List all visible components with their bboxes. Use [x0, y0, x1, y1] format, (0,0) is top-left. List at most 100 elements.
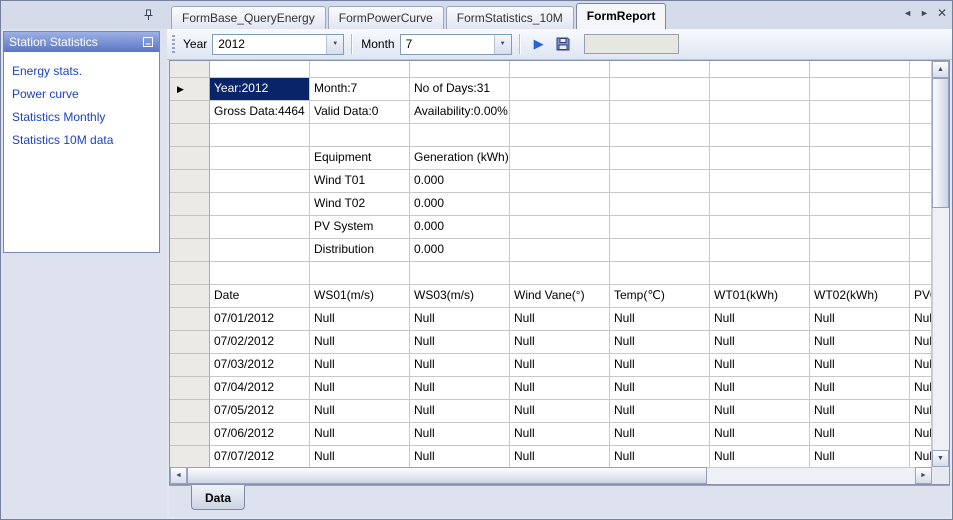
grid-column-header[interactable]	[910, 61, 932, 78]
grid-cell[interactable]: Null	[910, 423, 932, 446]
grid-cell[interactable]: Wind T02	[310, 193, 410, 216]
chevron-down-icon[interactable]: ▼	[494, 35, 511, 54]
grid-cell[interactable]: Equipment	[310, 147, 410, 170]
collapse-icon[interactable]	[142, 36, 154, 48]
grid-cell[interactable]	[710, 78, 810, 101]
grid-cell[interactable]: Null	[310, 423, 410, 446]
row-header[interactable]	[170, 170, 210, 193]
grid-cell[interactable]: Null	[710, 446, 810, 467]
grid-cell[interactable]: Availability:0.00%	[410, 101, 510, 124]
row-header[interactable]	[170, 101, 210, 124]
grid-cell[interactable]	[510, 170, 610, 193]
grid-cell[interactable]	[210, 239, 310, 262]
row-header[interactable]	[170, 285, 210, 308]
link-statistics-monthly[interactable]: Statistics Monthly	[12, 111, 151, 124]
grid-cell[interactable]: Null	[710, 331, 810, 354]
grid-cell[interactable]: 07/02/2012	[210, 331, 310, 354]
grid-cell[interactable]	[510, 101, 610, 124]
tab-formreport[interactable]: FormReport	[576, 3, 667, 29]
grid-cell[interactable]: Null	[710, 308, 810, 331]
scroll-right-icon[interactable]: ►	[915, 467, 932, 484]
grid-cell[interactable]: PV System	[310, 216, 410, 239]
grid-cell[interactable]	[910, 78, 932, 101]
grid-cell[interactable]	[910, 262, 932, 285]
grid-cell[interactable]	[510, 78, 610, 101]
tab-formstatistics-10m[interactable]: FormStatistics_10M	[446, 6, 574, 29]
grid-cell[interactable]: Null	[610, 423, 710, 446]
row-header[interactable]	[170, 216, 210, 239]
grid-cell[interactable]: Null	[810, 331, 910, 354]
grid-cell[interactable]	[310, 262, 410, 285]
grid-cell[interactable]: 07/05/2012	[210, 400, 310, 423]
grid-cell[interactable]	[810, 193, 910, 216]
grid-cell[interactable]: 07/07/2012	[210, 446, 310, 467]
grid-cell[interactable]	[810, 147, 910, 170]
grid-cell[interactable]: Null	[310, 354, 410, 377]
grid-cell[interactable]: Null	[510, 308, 610, 331]
grid-cell[interactable]	[810, 101, 910, 124]
vertical-scrollbar[interactable]: ▲ ▼	[932, 61, 949, 467]
grid-column-header[interactable]	[210, 61, 310, 78]
grid-cell[interactable]: Null	[710, 400, 810, 423]
run-query-button[interactable]: ▶	[527, 33, 551, 55]
grid-column-header[interactable]	[610, 61, 710, 78]
grid-cell[interactable]	[610, 78, 710, 101]
grid-cell[interactable]: Null	[810, 446, 910, 467]
grid-cell[interactable]	[810, 78, 910, 101]
grid-cell[interactable]: WT02(kWh)	[810, 285, 910, 308]
grid-cell[interactable]	[510, 239, 610, 262]
horizontal-scrollbar[interactable]: ◄ ►	[170, 467, 932, 484]
grid-cell[interactable]: Null	[810, 423, 910, 446]
grid-cell[interactable]: Date	[210, 285, 310, 308]
grid-cell[interactable]	[610, 101, 710, 124]
tab-formpowercurve[interactable]: FormPowerCurve	[328, 6, 444, 29]
grid-cell[interactable]: Null	[710, 354, 810, 377]
grid-cell[interactable]: Null	[510, 331, 610, 354]
grid-cell[interactable]	[910, 170, 932, 193]
grid-cell[interactable]	[810, 239, 910, 262]
row-header[interactable]	[170, 124, 210, 147]
row-header[interactable]	[170, 239, 210, 262]
grid-cell[interactable]: Null	[410, 446, 510, 467]
grid-column-header[interactable]	[310, 61, 410, 78]
grid-cell[interactable]: Null	[810, 354, 910, 377]
grid-cell[interactable]: 07/04/2012	[210, 377, 310, 400]
grid-cell[interactable]: PV0	[910, 285, 932, 308]
grid-column-header[interactable]	[410, 61, 510, 78]
grid-cell[interactable]	[310, 124, 410, 147]
grid-cell[interactable]: 07/01/2012	[210, 308, 310, 331]
grid-cell[interactable]	[210, 216, 310, 239]
grid-cell[interactable]	[710, 170, 810, 193]
grid-cell[interactable]: Null	[610, 377, 710, 400]
grid-cell[interactable]	[710, 124, 810, 147]
grid-cell[interactable]: Generation (kWh)	[410, 147, 510, 170]
grid-cell[interactable]	[210, 170, 310, 193]
grid-cell[interactable]: Null	[610, 331, 710, 354]
grid-cell[interactable]: Valid Data:0	[310, 101, 410, 124]
grid-cell[interactable]: Null	[610, 308, 710, 331]
grid-cell[interactable]: Null	[710, 423, 810, 446]
grid-cell[interactable]	[910, 216, 932, 239]
toolbar-textbox[interactable]	[584, 34, 679, 54]
auto-hide-pin-button[interactable]	[139, 6, 156, 23]
grid-cell[interactable]: Wind T01	[310, 170, 410, 193]
grid-cell[interactable]	[810, 262, 910, 285]
grid-cell[interactable]	[910, 193, 932, 216]
grid-cell[interactable]: Null	[810, 400, 910, 423]
grid-cell[interactable]: 0.000	[410, 193, 510, 216]
grid-cell[interactable]	[210, 193, 310, 216]
grid-cell[interactable]	[710, 239, 810, 262]
grid-cell[interactable]: 07/06/2012	[210, 423, 310, 446]
grid-cell[interactable]: WT01(kWh)	[710, 285, 810, 308]
grid-cell[interactable]	[710, 216, 810, 239]
close-tab-icon[interactable]: ✕	[937, 8, 947, 18]
grid-cell[interactable]	[510, 147, 610, 170]
grid-cell[interactable]: Null	[410, 331, 510, 354]
grid-column-header[interactable]	[710, 61, 810, 78]
grid-cell[interactable]: Temp(℃)	[610, 285, 710, 308]
grid-column-header[interactable]	[810, 61, 910, 78]
grid-cell[interactable]	[610, 216, 710, 239]
grid-cell[interactable]: Null	[410, 400, 510, 423]
chevron-down-icon[interactable]: ▼	[326, 35, 343, 54]
row-header[interactable]	[170, 331, 210, 354]
